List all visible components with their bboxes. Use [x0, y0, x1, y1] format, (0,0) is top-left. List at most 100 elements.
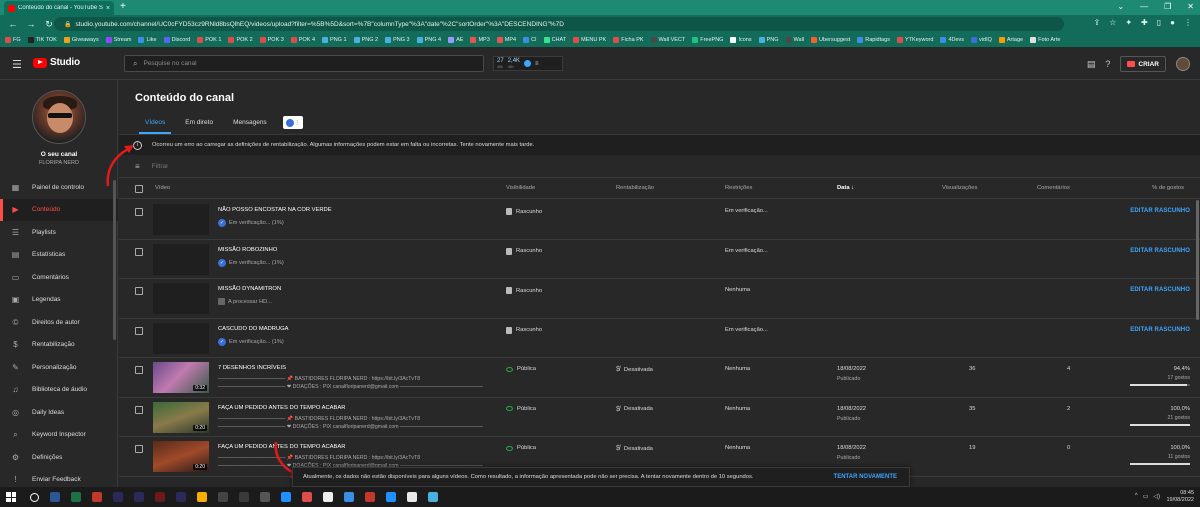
sidebar-item-monetization[interactable]: $ Rentabilização [0, 334, 118, 357]
video-thumbnail[interactable]: 0:20 [153, 441, 209, 472]
table-row[interactable]: NÃO POSSO ENCOSTAR NA COR VERDE ✓ Em verif… [119, 200, 1200, 240]
maximize-icon[interactable]: ❐ [1164, 2, 1171, 11]
network-icon[interactable]: ▭ [1143, 493, 1149, 500]
main-scrollbar[interactable] [1196, 200, 1199, 320]
bookmark-item[interactable]: Stream [105, 37, 131, 43]
back-icon[interactable]: ← [8, 19, 18, 29]
taskbar-excel-icon[interactable] [71, 492, 81, 502]
sidebar-item-daily-ideas[interactable]: ◎ Daily Ideas [0, 401, 118, 424]
close-window-icon[interactable]: ✕ [1187, 2, 1194, 11]
video-title[interactable]: MISSÃO DYNAMITRON [218, 286, 281, 292]
tab-live[interactable]: Em direto [175, 116, 223, 134]
table-row[interactable]: MISSÃO DYNAMITRON A processar HD... Rascun… [119, 279, 1200, 319]
bookmark-item[interactable]: PNG [758, 37, 779, 43]
row-checkbox[interactable] [135, 326, 143, 335]
row-checkbox[interactable] [135, 287, 143, 295]
bookmark-item[interactable]: FreePNG [692, 37, 723, 43]
close-tab-icon[interactable]: × [106, 5, 110, 12]
taskbar-chrome-icon[interactable] [323, 492, 333, 502]
bookmark-item[interactable]: PNG 4 [416, 37, 441, 43]
tab-videos[interactable]: Vídeos [135, 116, 175, 134]
minimize-icon[interactable]: — [1140, 2, 1148, 11]
visibility-cell[interactable]: Rascunho [506, 208, 542, 215]
table-row[interactable]: 0:20 FAÇA UM PEDIDO ANTES DO TEMPO ACABAR… [119, 398, 1200, 437]
visibility-cell[interactable]: Rascunho [506, 247, 542, 255]
sidebar-item-subtitles[interactable]: ▣ Legendas [0, 289, 118, 312]
bookmark-item[interactable]: YTKeyword [897, 37, 933, 43]
bookmark-item[interactable]: AE [448, 37, 463, 43]
bookmark-item[interactable]: POK 4 [290, 37, 315, 43]
table-row[interactable]: 0:32 7 DESENHOS INCRÍVEIS ————————————— 📌 … [119, 358, 1200, 398]
taskbar-app-icon[interactable] [386, 492, 396, 502]
bookmark-item[interactable]: CHAT [543, 37, 566, 43]
video-thumbnail[interactable] [153, 243, 209, 275]
video-thumbnail[interactable] [153, 283, 209, 314]
taskbar-media-icon[interactable] [302, 492, 312, 502]
bookmark-item[interactable]: Icons [730, 37, 752, 43]
sidebar-item-keyword-inspector[interactable]: ⌕ Keyword Inspector [0, 424, 118, 447]
taskbar-obs-icon[interactable] [239, 492, 249, 502]
sidebar-item-settings[interactable]: ⚙ Definições [0, 446, 118, 469]
retry-button[interactable]: TENTAR NOVAMENTE [834, 474, 897, 480]
bookmark-item[interactable]: Wall VECT [650, 37, 685, 43]
col-views[interactable]: Visualizações [942, 185, 977, 191]
channel-avatar[interactable] [32, 90, 86, 144]
bookmark-item[interactable]: Wall [785, 37, 804, 43]
taskbar-word-icon[interactable] [50, 492, 60, 502]
share-icon[interactable]: ⇪ [1093, 18, 1100, 27]
bookmark-item[interactable]: PNG 1 [322, 37, 347, 43]
bookmark-item[interactable]: POK 3 [259, 37, 284, 43]
search-input[interactable]: ⌕ Pesquise no canal [124, 55, 484, 72]
browser-tab[interactable]: Conteúdo do canal - YouTube St × [4, 1, 114, 15]
monetization-cell[interactable]: $̸ Desativada [616, 406, 653, 413]
windows-start-icon[interactable] [6, 492, 16, 502]
bookmark-item[interactable]: Rapidtags [857, 37, 890, 43]
visibility-cell[interactable]: Rascunho [506, 326, 542, 334]
video-title[interactable]: FAÇA UM PEDIDO ANTES DO TEMPO ACABAR [218, 405, 345, 411]
visibility-cell[interactable]: Pública [506, 366, 536, 372]
table-row[interactable]: MISSÃO ROBOZINHO ✓ Em verificação... (1%) R… [119, 240, 1200, 279]
sidebar-scrollbar[interactable] [113, 180, 116, 340]
video-thumbnail[interactable] [153, 204, 209, 235]
puzzle-icon[interactable]: ✚ [1141, 18, 1148, 27]
visibility-cell[interactable]: Pública [506, 445, 536, 451]
video-thumbnail[interactable] [153, 322, 209, 354]
video-title[interactable]: NÃO POSSO ENCOSTAR NA COR VERDE [218, 207, 332, 213]
volume-icon[interactable]: ◁) [1153, 493, 1160, 500]
taskbar-photoshop-icon[interactable] [113, 492, 123, 502]
bookmark-item[interactable]: MP3 [470, 37, 490, 43]
bookmark-item[interactable]: TIK TOK [27, 37, 57, 43]
taskbar-premiere-icon[interactable] [134, 492, 144, 502]
video-title[interactable]: CASCUDO DO MADRUGA [218, 326, 289, 332]
chevron-down-icon[interactable]: ⌄ [1117, 2, 1124, 11]
bookmark-item[interactable]: 4Devs [940, 37, 964, 43]
taskbar-vscode-icon[interactable] [260, 492, 270, 502]
row-checkbox[interactable] [135, 247, 143, 256]
monetization-cell[interactable]: $̸ Desativada [616, 366, 653, 373]
extension-icon[interactable]: ✦ [1125, 18, 1132, 27]
video-thumbnail[interactable]: 0:20 [153, 401, 209, 433]
taskbar-app-icon[interactable] [428, 492, 438, 502]
sidebar-item-playlists[interactable]: ☰ Playlists [0, 221, 118, 244]
bookmark-item[interactable]: PNG 2 [353, 37, 378, 43]
taskbar-steam-icon[interactable] [218, 492, 228, 502]
feedback-icon[interactable]: ▤ [1087, 59, 1096, 70]
bookmark-item[interactable]: MP4 [496, 37, 516, 43]
bookmark-item[interactable]: vidIQ [971, 37, 992, 43]
menu-icon[interactable]: ☰ [12, 58, 22, 71]
bookmark-item[interactable]: Like [138, 37, 157, 43]
taskbar-powerpoint-icon[interactable] [92, 492, 102, 502]
sidebar-item-audio-library[interactable]: ♫ Biblioteca de áudio [0, 379, 118, 402]
filter-bar[interactable]: ≡ Filtrar [119, 156, 1200, 178]
taskbar-chrome-icon[interactable] [407, 492, 417, 502]
reload-icon[interactable]: ↻ [44, 19, 54, 30]
bookmark-item[interactable]: Discord [163, 37, 190, 43]
bookmark-item[interactable]: Ficha PK [613, 37, 644, 43]
monetization-cell[interactable]: $̸ Desativada [616, 445, 653, 452]
visibility-cell[interactable]: Pública [506, 406, 536, 412]
col-date[interactable]: Data ↓ [837, 185, 854, 191]
bookmark-item[interactable]: Giveaways [63, 37, 99, 43]
video-title[interactable]: MISSÃO ROBOZINHO [218, 247, 277, 253]
taskbar-player-icon[interactable] [281, 492, 291, 502]
edit-draft-button[interactable]: EDITAR RASCUNHO [1130, 208, 1190, 214]
